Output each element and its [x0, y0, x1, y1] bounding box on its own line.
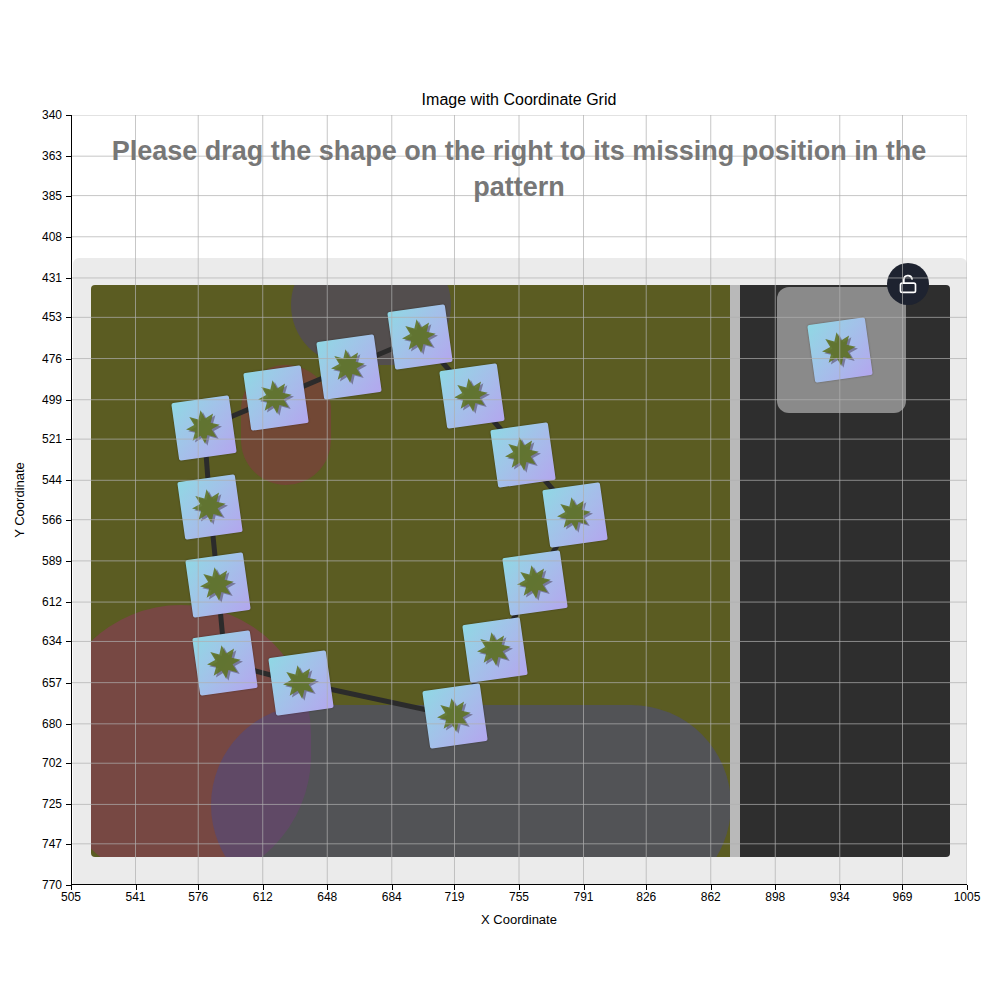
x-tick-label: 684	[372, 890, 412, 904]
y-tick-label: 408	[20, 230, 62, 244]
y-tick-label: 431	[20, 271, 62, 285]
pattern-tile	[387, 304, 453, 370]
y-tick-label: 340	[20, 108, 62, 122]
y-axis-label: Y Coordinate	[12, 440, 28, 560]
y-tick-label: 612	[20, 595, 62, 609]
x-tick-label: 1005	[947, 890, 987, 904]
star-shape-icon	[500, 432, 545, 477]
x-tick-label: 612	[243, 890, 283, 904]
star-shape-icon	[187, 484, 232, 529]
x-tick-label: 576	[178, 890, 218, 904]
y-tick-label: 363	[20, 149, 62, 163]
grid	[71, 115, 967, 885]
star-shape-icon	[472, 627, 517, 672]
pattern-tile	[462, 617, 528, 683]
x-tick-label: 541	[116, 890, 156, 904]
x-tick-label: 755	[499, 890, 539, 904]
axes-frame	[71, 115, 967, 885]
star-shape-icon	[181, 405, 226, 450]
star-shape-icon	[512, 560, 557, 605]
y-tick-label: 657	[20, 676, 62, 690]
pattern-tile	[542, 482, 608, 548]
star-shape-icon	[253, 375, 298, 420]
star-shape-icon	[552, 492, 597, 537]
x-tick-label: 898	[755, 890, 795, 904]
lock-icon	[898, 274, 918, 294]
y-tick-label: 634	[20, 634, 62, 648]
star-shape-icon	[195, 562, 240, 607]
y-tick-label: 521	[20, 432, 62, 446]
y-tick-label: 702	[20, 756, 62, 770]
x-tick-label: 969	[882, 890, 922, 904]
star-shape-icon	[817, 327, 862, 372]
plot-area: Please drag the shape on the right to it…	[71, 115, 967, 885]
pattern-tile	[422, 683, 488, 749]
lock-button[interactable]	[887, 263, 929, 305]
x-tick-label: 934	[820, 890, 860, 904]
x-axis-label: X Coordinate	[71, 912, 967, 928]
instruction-text: Please drag the shape on the right to it…	[81, 133, 957, 205]
pattern-tile	[439, 363, 505, 429]
figure: Image with Coordinate Grid Please drag th…	[0, 0, 1000, 1000]
x-tick-label: 505	[51, 890, 91, 904]
pattern-tile	[268, 650, 334, 716]
star-shape-icon	[449, 373, 494, 418]
star-shape-icon	[397, 314, 442, 359]
pattern-tile	[490, 422, 556, 488]
figure-title: Image with Coordinate Grid	[71, 90, 967, 110]
x-tick-label: 791	[564, 890, 604, 904]
y-tick-label: 589	[20, 554, 62, 568]
pattern-tile	[177, 474, 243, 540]
x-tick-label: 648	[307, 890, 347, 904]
y-tick-label: 747	[20, 837, 62, 851]
star-shape-icon	[326, 344, 371, 389]
star-shape-icon	[432, 693, 477, 738]
y-tick-label: 725	[20, 797, 62, 811]
x-tick-label: 719	[434, 890, 474, 904]
x-tick-label: 826	[626, 890, 666, 904]
pattern-tile	[185, 552, 251, 618]
star-shape-icon	[278, 660, 323, 705]
pattern-tile	[502, 550, 568, 616]
y-tick-label: 499	[20, 393, 62, 407]
pattern-tile	[243, 365, 309, 431]
y-tick-label: 453	[20, 310, 62, 324]
y-tick-label: 476	[20, 352, 62, 366]
y-tick-label: 770	[20, 878, 62, 892]
pattern-tile	[192, 630, 258, 696]
y-tick-label: 385	[20, 189, 62, 203]
pattern-tile	[171, 395, 237, 461]
y-tick-label: 680	[20, 717, 62, 731]
drag-piece[interactable]	[807, 317, 873, 383]
divider	[730, 285, 740, 857]
x-tick-label: 862	[691, 890, 731, 904]
star-shape-icon	[203, 640, 248, 685]
pattern-tile	[316, 334, 382, 400]
